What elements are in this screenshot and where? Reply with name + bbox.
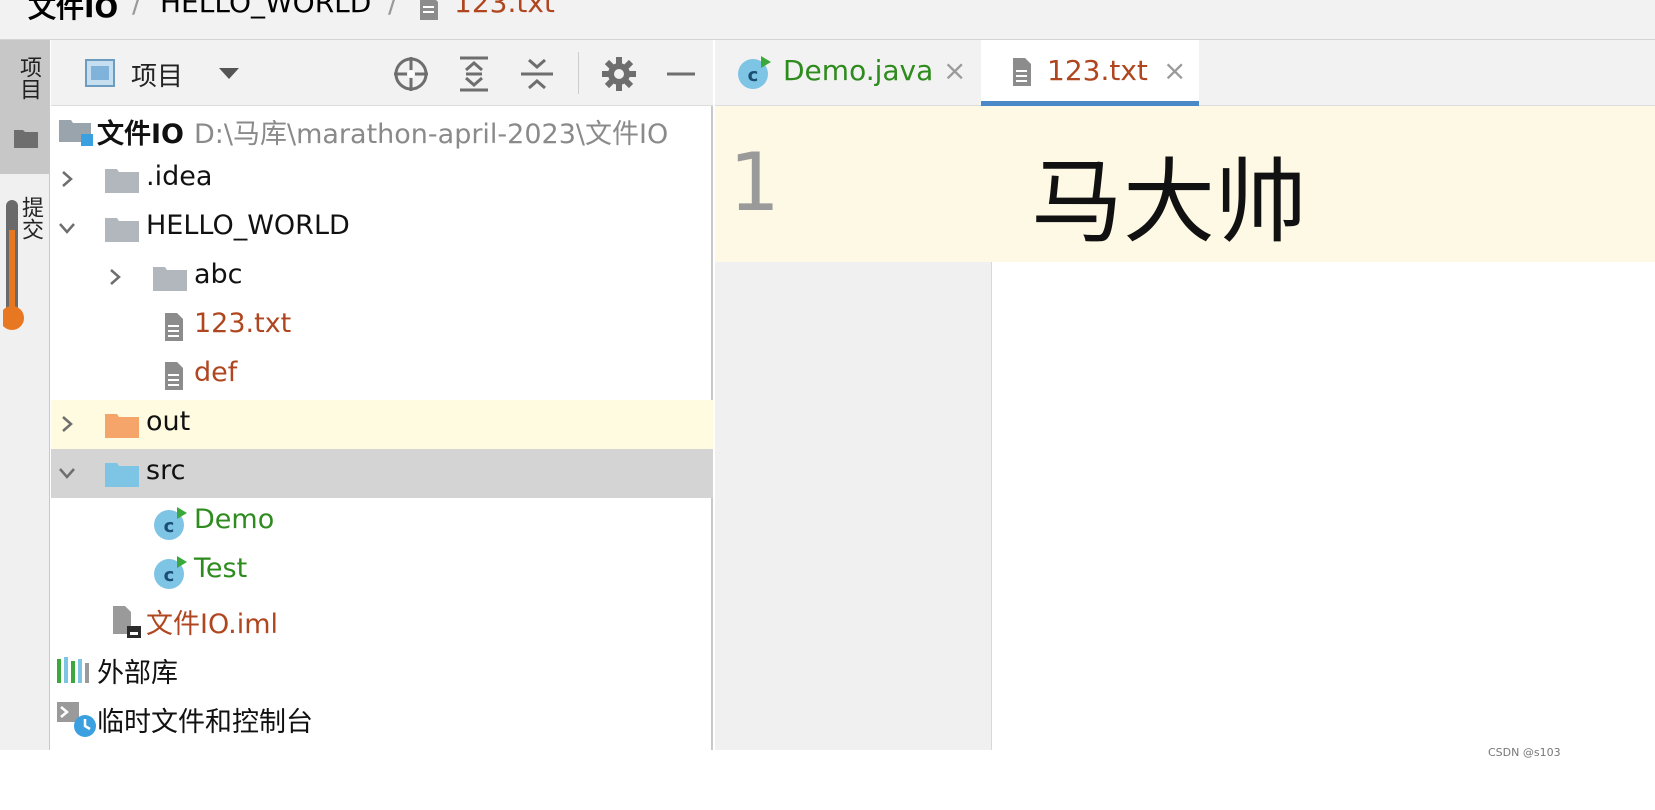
tree-row-hello-world[interactable]: HELLO_WORLD bbox=[51, 204, 713, 253]
java-class-icon: c bbox=[154, 556, 187, 589]
svg-text:c: c bbox=[164, 565, 175, 586]
module-path: D:\马库\marathon-april-2023\文件IO bbox=[194, 119, 669, 150]
tree-row-module-root[interactable]: 文件IO D:\马库\marathon-april-2023\文件IO bbox=[51, 106, 713, 155]
tree-item-label: 文件IO D:\马库\marathon-april-2023\文件IO bbox=[97, 112, 668, 151]
chevron-right-icon[interactable] bbox=[107, 269, 123, 285]
gear-icon[interactable] bbox=[599, 54, 639, 94]
text-file-icon bbox=[420, 0, 438, 20]
excluded-folder-icon bbox=[105, 414, 139, 438]
tree-row-src[interactable]: src bbox=[51, 449, 713, 498]
watermark-text: CSDN @s103 bbox=[1488, 746, 1561, 759]
breadcrumb-item-file[interactable]: 123.txt bbox=[454, 0, 555, 19]
locate-icon[interactable] bbox=[391, 54, 431, 94]
minimize-icon[interactable] bbox=[661, 54, 701, 94]
left-tool-strip: 项目 提交 bbox=[0, 40, 50, 750]
svg-text:c: c bbox=[164, 516, 175, 537]
toolbar-divider bbox=[578, 52, 579, 94]
chevron-down-icon[interactable] bbox=[219, 68, 239, 79]
text-file-icon bbox=[165, 313, 183, 341]
tree-item-label: out bbox=[146, 406, 191, 437]
text-file-icon bbox=[165, 362, 183, 390]
folder-icon bbox=[14, 130, 38, 148]
svg-text:c: c bbox=[748, 65, 759, 86]
chevron-down-icon[interactable] bbox=[59, 465, 75, 481]
thermometer-icon bbox=[3, 200, 24, 330]
iml-file-icon bbox=[113, 606, 141, 638]
close-icon[interactable]: × bbox=[943, 54, 966, 87]
project-view-icon bbox=[85, 59, 115, 87]
navigation-breadcrumb: 文件IO / HELLO_WORLD / 123.txt bbox=[0, 0, 1655, 40]
tree-item-label: 文件IO.iml bbox=[146, 609, 279, 640]
editor-area: c Demo.java × 123.txt × 1 马大帅 bbox=[715, 40, 1655, 750]
breadcrumb-separator: / bbox=[132, 0, 142, 19]
folder-icon bbox=[105, 169, 139, 193]
chevron-right-icon[interactable] bbox=[59, 171, 75, 187]
editor-text-line[interactable]: 马大帅 bbox=[1031, 128, 1307, 261]
project-tool-tab[interactable]: 项目 bbox=[0, 40, 49, 174]
breadcrumb-separator: / bbox=[388, 0, 398, 19]
line-number: 1 bbox=[729, 136, 780, 229]
tree-item-label: 123.txt bbox=[194, 308, 292, 339]
text-file-icon bbox=[1013, 58, 1031, 86]
collapse-all-icon[interactable] bbox=[517, 54, 557, 94]
tree-item-label: Test bbox=[194, 553, 248, 584]
breadcrumb-item-folder[interactable]: HELLO_WORLD bbox=[160, 0, 371, 19]
tree-row-abc[interactable]: abc bbox=[51, 253, 713, 302]
tab-label: Demo.java bbox=[783, 54, 934, 87]
tree-row-out[interactable]: out bbox=[51, 400, 713, 449]
chevron-right-icon[interactable] bbox=[59, 416, 75, 432]
project-panel-header: 项目 bbox=[51, 40, 713, 106]
module-name: 文件IO bbox=[97, 119, 184, 150]
module-folder-icon bbox=[59, 120, 93, 146]
tree-item-label: src bbox=[146, 455, 186, 486]
tab-label: 123.txt bbox=[1047, 54, 1148, 87]
tree-row-def[interactable]: def bbox=[51, 351, 713, 400]
folder-icon bbox=[105, 218, 139, 242]
tab-demo-java[interactable]: c Demo.java × bbox=[715, 40, 981, 106]
expand-all-icon[interactable] bbox=[454, 54, 494, 94]
close-icon[interactable]: × bbox=[1163, 54, 1186, 87]
tree-item-label: 外部库 bbox=[97, 658, 178, 689]
chevron-down-icon[interactable] bbox=[59, 220, 75, 236]
tree-row-iml[interactable]: 文件IO.iml bbox=[51, 596, 713, 645]
tab-123-txt[interactable]: 123.txt × bbox=[981, 40, 1199, 106]
library-icon bbox=[57, 657, 89, 683]
editor-tab-bar: c Demo.java × 123.txt × bbox=[715, 40, 1655, 106]
source-folder-icon bbox=[105, 463, 139, 487]
tree-row-external-libraries[interactable]: 外部库 bbox=[51, 645, 713, 694]
tree-row-scratches[interactable]: 临时文件和控制台 bbox=[51, 694, 713, 743]
tree-item-label: Demo bbox=[194, 504, 275, 535]
tree-row-demo[interactable]: c Demo bbox=[51, 498, 713, 547]
tree-row-idea[interactable]: .idea bbox=[51, 155, 713, 204]
tree-item-label: .idea bbox=[146, 161, 213, 192]
project-tool-window: 项目 文件IO D:\马库\marathon-april-2023\文件IO .… bbox=[51, 40, 713, 750]
folder-icon bbox=[153, 267, 187, 291]
breadcrumb-item-project[interactable]: 文件IO bbox=[28, 0, 118, 26]
tree-item-label: HELLO_WORLD bbox=[146, 210, 350, 241]
tree-item-label: abc bbox=[194, 259, 243, 290]
java-class-icon: c bbox=[154, 507, 187, 540]
tree-item-label: 临时文件和控制台 bbox=[97, 707, 313, 738]
tree-item-label: def bbox=[194, 357, 238, 388]
scratches-icon bbox=[57, 702, 96, 737]
tree-row-test[interactable]: c Test bbox=[51, 547, 713, 596]
project-tool-tab-label: 项目 bbox=[16, 56, 41, 100]
tree-row-123-txt[interactable]: 123.txt bbox=[51, 302, 713, 351]
project-view-selector[interactable]: 项目 bbox=[131, 56, 183, 93]
java-class-icon: c bbox=[738, 56, 771, 89]
